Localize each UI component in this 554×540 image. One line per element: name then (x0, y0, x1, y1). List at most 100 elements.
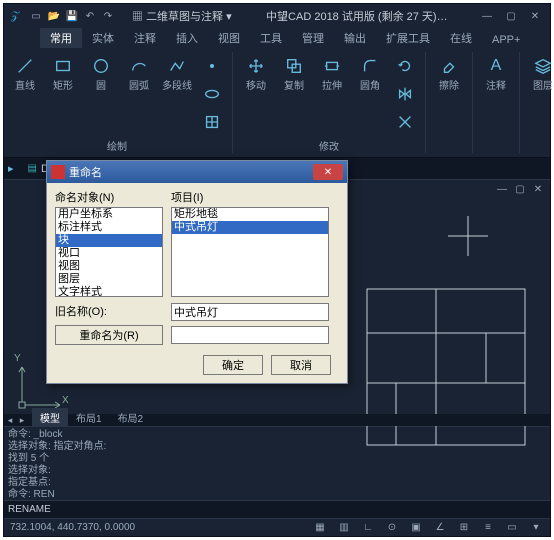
list-item[interactable]: 图层 (56, 273, 162, 286)
rotate-button[interactable] (391, 52, 419, 80)
items-label: 项目(I) (171, 189, 329, 205)
rename-to-button[interactable]: 重命名为(R) (55, 325, 163, 345)
tab-tools[interactable]: 工具 (250, 28, 292, 48)
list-item[interactable]: 文字样式 (56, 286, 162, 297)
panel-erase: 擦除 (432, 52, 473, 153)
viewport-controls: ― ▢ ✕ (494, 182, 546, 196)
move-button[interactable]: 移动 (239, 52, 273, 96)
erase-button[interactable]: 擦除 (432, 52, 466, 96)
trim-button[interactable] (391, 108, 419, 136)
layout-model[interactable]: 模型 (32, 408, 68, 427)
tab-online[interactable]: 在线 (440, 28, 482, 48)
panel-modify-title: 修改 (319, 136, 339, 153)
maximize-button[interactable]: ▢ (500, 8, 522, 24)
panel-draw-title: 绘制 (107, 136, 127, 153)
stretch-button[interactable]: 拉伸 (315, 52, 349, 96)
vp-min-icon[interactable]: ― (494, 182, 510, 196)
tab-manage[interactable]: 管理 (292, 28, 334, 48)
minimize-button[interactable]: ― (476, 8, 498, 24)
doc-tab-marker-icon[interactable]: ▸ (8, 162, 14, 175)
osnap-toggle-icon[interactable]: ▣ (408, 522, 424, 533)
workspace-dropdown[interactable]: ▦ 二维草图与注释 ▾ (126, 8, 238, 24)
coords-readout: 732.1004, 440.7370, 0.0000 (10, 522, 135, 533)
model-toggle-icon[interactable]: ▭ (504, 522, 520, 533)
polar-toggle-icon[interactable]: ⊙ (384, 522, 400, 533)
tab-common[interactable]: 常用 (40, 28, 82, 48)
copy-button[interactable]: 复制 (277, 52, 311, 96)
quick-access-toolbar: ▭ 📂 💾 ↶ ↷ (29, 9, 115, 23)
list-item[interactable]: 视口 (56, 247, 162, 260)
mirror-button[interactable] (391, 80, 419, 108)
grid-icon: ▦ (132, 11, 143, 23)
app-window: 𝒵 ▭ 📂 💾 ↶ ↷ ▦ 二维草图与注释 ▾ 中望CAD 2018 试用版 (… (3, 3, 551, 537)
panel-draw: 直线 矩形 圆 圆弧 多段线 绘制 (8, 52, 233, 153)
dwg-file-icon: ▤ (28, 163, 37, 174)
dyn-toggle-icon[interactable]: ⊞ (456, 522, 472, 533)
ortho-toggle-icon[interactable]: ∟ (360, 522, 376, 533)
dialog-titlebar[interactable]: 重命名 ✕ (47, 161, 347, 183)
vp-max-icon[interactable]: ▢ (512, 182, 528, 196)
tab-solid[interactable]: 实体 (82, 28, 124, 48)
tab-app[interactable]: APP+ (482, 32, 530, 48)
ok-button[interactable]: 确定 (203, 355, 263, 375)
fillet-button[interactable]: 圆角 (353, 52, 387, 96)
tab-view[interactable]: 视图 (208, 28, 250, 48)
dialog-title: 重命名 (69, 164, 102, 180)
save-icon[interactable]: 💾 (65, 9, 79, 23)
app-logo-icon[interactable]: 𝒵 (8, 9, 22, 23)
list-item[interactable]: 中式吊灯 (172, 221, 328, 234)
newname-field[interactable] (171, 326, 329, 344)
close-button[interactable]: ✕ (524, 8, 546, 24)
crosshair-cursor (448, 216, 488, 259)
titlebar: 𝒵 ▭ 📂 💾 ↶ ↷ ▦ 二维草图与注释 ▾ 中望CAD 2018 试用版 (… (4, 4, 550, 28)
cmd-line: 选择对象: (8, 465, 546, 477)
list-item[interactable]: 视图 (56, 260, 162, 273)
list-item[interactable]: 矩形地毯 (172, 208, 328, 221)
chevron-down-icon: ▾ (226, 11, 232, 23)
lwt-toggle-icon[interactable]: ≡ (480, 522, 496, 533)
tab-ext[interactable]: 扩展工具 (376, 28, 440, 48)
annotate-button[interactable]: A注释 (479, 52, 513, 96)
otrack-toggle-icon[interactable]: ∠ (432, 522, 448, 533)
pline-button[interactable]: 多段线 (160, 52, 194, 96)
cancel-button[interactable]: 取消 (271, 355, 331, 375)
dialog-close-button[interactable]: ✕ (313, 164, 343, 180)
arc-button[interactable]: 圆弧 (122, 52, 156, 96)
vp-close-icon[interactable]: ✕ (530, 182, 546, 196)
circle-button[interactable]: 圆 (84, 52, 118, 96)
rect-button[interactable]: 矩形 (46, 52, 80, 96)
undo-icon[interactable]: ↶ (83, 9, 97, 23)
ellipse-button[interactable] (198, 80, 226, 108)
point-button[interactable] (198, 52, 226, 80)
status-bar: 732.1004, 440.7370, 0.0000 ▦ ▥ ∟ ⊙ ▣ ∠ ⊞… (4, 518, 550, 536)
named-objects-label: 命名对象(N) (55, 189, 163, 205)
tab-output[interactable]: 输出 (334, 28, 376, 48)
named-objects-list[interactable]: 用户坐标系 标注样式 块 视口 视图 图层 文字样式 线型 表格样式 多重引线样… (55, 207, 163, 297)
layout-1[interactable]: 布局1 (68, 408, 110, 427)
redo-icon[interactable]: ↷ (101, 9, 115, 23)
new-icon[interactable]: ▭ (29, 9, 43, 23)
layout-2[interactable]: 布局2 (110, 408, 152, 427)
command-input[interactable]: RENAME (4, 500, 550, 518)
app-title: 中望CAD 2018 试用版 (剩余 27 天)… (241, 8, 473, 24)
hatch-button[interactable] (198, 108, 226, 136)
line-button[interactable]: 直线 (8, 52, 42, 96)
oldname-field[interactable] (171, 303, 329, 321)
ribbon-tabs: 常用 实体 注释 插入 视图 工具 管理 输出 扩展工具 在线 APP+ (4, 28, 550, 48)
cmd-line: 找到 5 个 (8, 453, 546, 465)
scroll-right-icon[interactable]: ▸ (16, 415, 28, 426)
list-item[interactable]: 标注样式 (56, 221, 162, 234)
snap-toggle-icon[interactable]: ▥ (336, 522, 352, 533)
list-item[interactable]: 用户坐标系 (56, 208, 162, 221)
ribbon: 直线 矩形 圆 圆弧 多段线 绘制 移动 复制 拉伸 圆角 (4, 48, 550, 158)
tab-annotate[interactable]: 注释 (124, 28, 166, 48)
tab-insert[interactable]: 插入 (166, 28, 208, 48)
scroll-left-icon[interactable]: ◂ (4, 415, 16, 426)
status-more-icon[interactable]: ▾ (528, 522, 544, 533)
open-icon[interactable]: 📂 (47, 9, 61, 23)
items-list[interactable]: 矩形地毯 中式吊灯 (171, 207, 329, 297)
list-item[interactable]: 块 (56, 234, 162, 247)
layer-button[interactable]: 图层 (526, 52, 554, 96)
panel-annotate: A注释 (479, 52, 520, 153)
grid-toggle-icon[interactable]: ▦ (312, 522, 328, 533)
